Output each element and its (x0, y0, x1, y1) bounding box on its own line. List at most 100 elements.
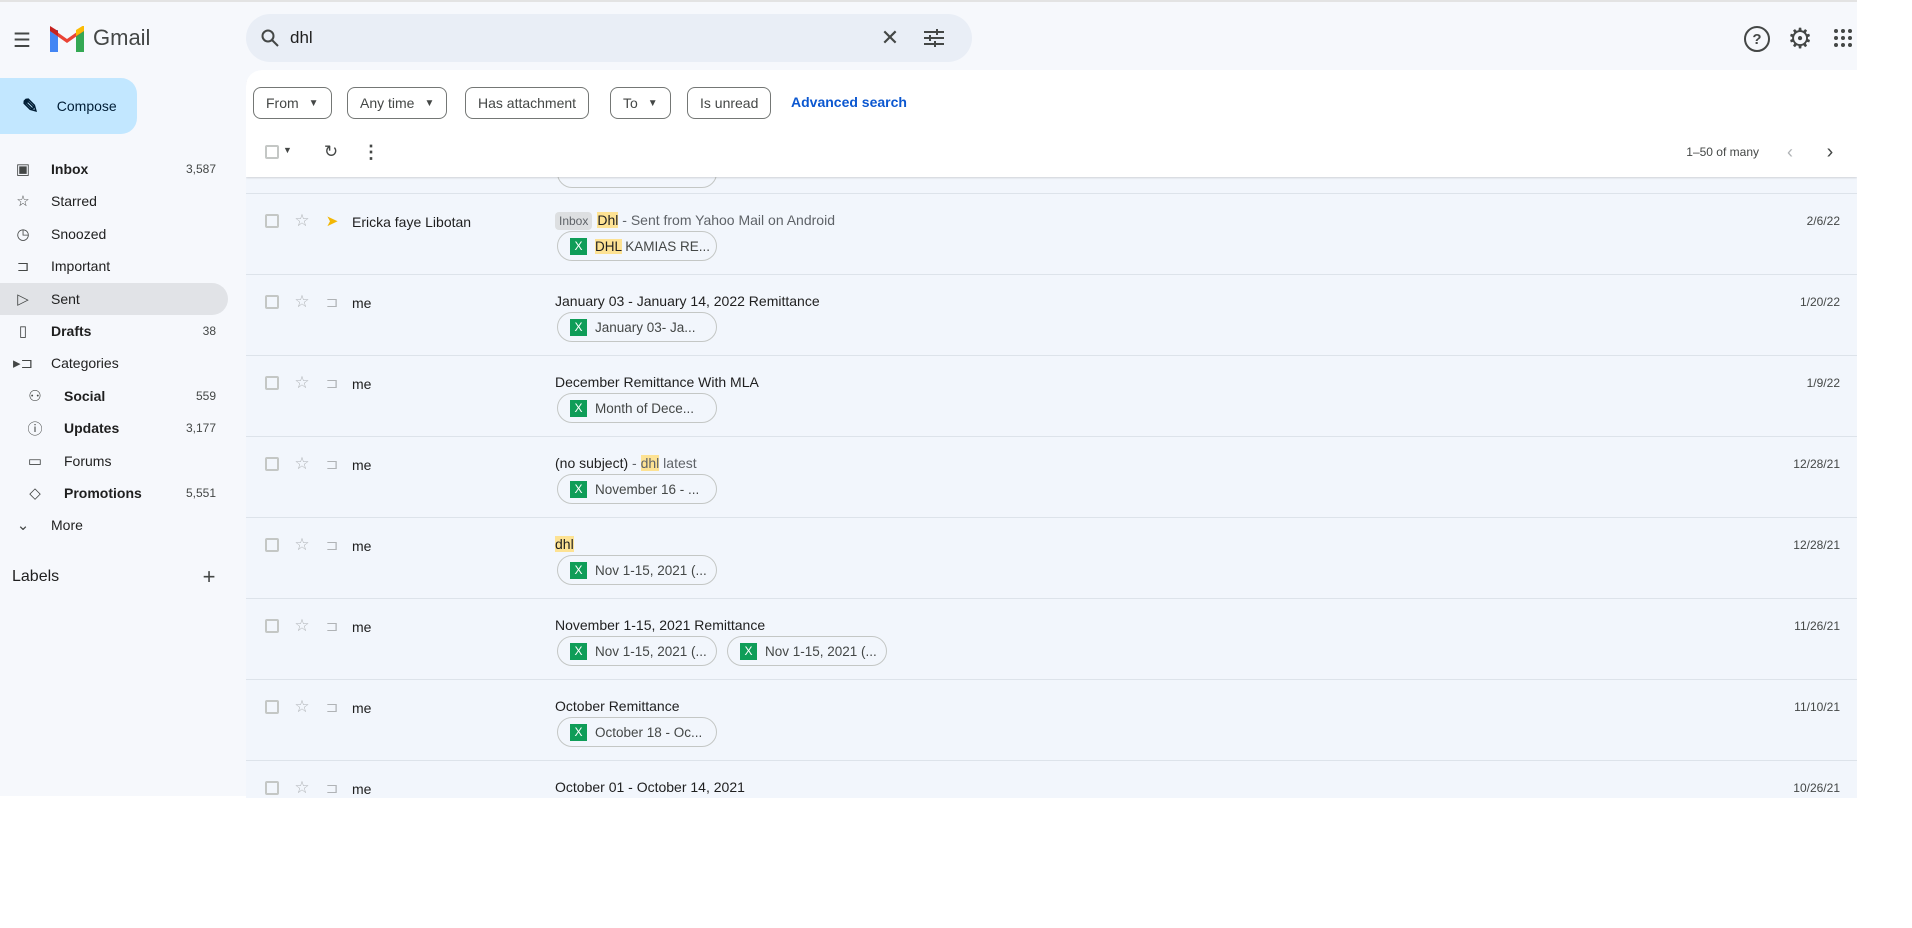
sender-name: me (352, 295, 372, 311)
refresh-icon[interactable]: ↻ (321, 140, 341, 164)
unread-count: 3,177 (185, 421, 216, 436)
subject-line: dhl (555, 536, 574, 552)
importance-marker-icon[interactable]: ⊐ (323, 291, 341, 313)
forum-icon: ▭ (27, 452, 43, 470)
email-row[interactable]: ☆ ➤ Ericka faye Libotan Inbox Dhl - Sent fro… (246, 193, 1857, 274)
row-checkbox[interactable] (265, 214, 279, 228)
mail-list-panel: From ▼ Any time ▼ Has attachment To ▼ Is unread… (246, 70, 1857, 798)
row-checkbox[interactable] (265, 457, 279, 471)
star-icon[interactable]: ☆ (293, 696, 311, 718)
row-checkbox[interactable] (265, 295, 279, 309)
subject-text: dhl (555, 536, 574, 552)
row-checkbox[interactable] (265, 538, 279, 552)
sidebar-item-inbox[interactable]: ▣ Inbox 3,587 (0, 153, 228, 185)
sidebar-item-updates[interactable]: ⓘ Updates 3,177 (0, 412, 228, 444)
importance-marker-icon[interactable]: ⊐ (323, 615, 341, 637)
sidebar-item-sent[interactable]: ▷ Sent (0, 282, 228, 315)
sidebar-item-promotions[interactable]: ◇ Promotions 5,551 (0, 477, 228, 509)
sidebar-item-social[interactable]: ⚇ Social 559 (0, 380, 228, 412)
more-options-icon[interactable]: ⋮ (361, 140, 381, 164)
attachment-chip[interactable]: X Nov 1-15, 2021 (... (557, 555, 717, 585)
unread-count: 559 (195, 388, 216, 403)
help-icon[interactable]: ? (1744, 26, 1770, 52)
excel-file-icon: X (570, 237, 587, 255)
star-icon[interactable]: ☆ (293, 534, 311, 556)
email-row[interactable]: ☆ ⊐ me October 01 - October 14, 2021 10/26/2… (246, 760, 1857, 798)
inbox-label-badge[interactable]: Inbox (555, 212, 593, 230)
subject-line: January 03 - January 14, 2022 Remittance (555, 293, 820, 309)
compose-button[interactable]: ✎ Compose (0, 78, 137, 134)
settings-gear-icon[interactable]: ⚙ (1786, 23, 1814, 54)
advanced-search-link[interactable]: Advanced search (791, 94, 907, 110)
excel-file-icon: X (570, 480, 587, 498)
row-checkbox[interactable] (265, 376, 279, 390)
importance-marker-icon[interactable]: ⊐ (323, 777, 341, 798)
importance-marker-icon[interactable]: ⊐ (323, 372, 341, 394)
star-icon[interactable]: ☆ (293, 210, 311, 232)
prev-page-icon[interactable]: ‹ (1780, 140, 1800, 164)
compose-label: Compose (56, 98, 117, 114)
attachment-chip[interactable]: X November 16 - ... (557, 474, 717, 504)
google-apps-icon[interactable] (1834, 29, 1852, 47)
filter-chip-any-time[interactable]: Any time ▼ (347, 87, 448, 119)
star-icon[interactable]: ☆ (293, 291, 311, 313)
excel-file-icon: X (740, 642, 757, 660)
attachment-name-part: Nov 1-15, 2021 (... (595, 643, 707, 659)
sidebar-item-important[interactable]: ⊐ Important (0, 250, 228, 282)
snippet-text: - Sent from Yahoo Mail on Android (618, 212, 835, 228)
attachment-chip[interactable]: X Nov 1-15, 2021 (... (557, 636, 717, 666)
search-icon[interactable] (258, 26, 282, 50)
select-dropdown-caret-icon[interactable]: ▼ (283, 145, 292, 155)
filter-chip-from[interactable]: From ▼ (253, 87, 332, 119)
email-row[interactable]: ☆ ⊐ me November 1-15, 2021 Remittance X Nov 1… (246, 598, 1857, 679)
email-row[interactable]: ☆ ⊐ me October Remittance X October 18 - Oc..… (246, 679, 1857, 760)
sidebar-item-categories[interactable]: ▸⊐ Categories (0, 347, 228, 379)
email-row[interactable]: ☆ ⊐ me dhl X Nov 1-15, 2021 (... 12/28/21 (246, 517, 1857, 598)
sidebar-item-forums[interactable]: ▭ Forums (0, 445, 228, 477)
importance-marker-icon[interactable]: ⊐ (323, 696, 341, 718)
search-bar[interactable]: dhl ✕ (246, 14, 972, 62)
email-row[interactable]: ☆ ⊐ me January 03 - January 14, 2022 Remitt… (246, 274, 1857, 355)
attachment-chip[interactable]: X Nov 1-15, 2021 (... (727, 636, 887, 666)
star-icon[interactable]: ☆ (293, 615, 311, 637)
gmail-logo[interactable] (50, 25, 84, 57)
importance-marker-icon[interactable]: ⊐ (323, 534, 341, 556)
row-checkbox[interactable] (265, 700, 279, 714)
star-icon[interactable]: ☆ (293, 453, 311, 475)
attachment-chip[interactable]: X DHL KAMIAS RE... (557, 231, 717, 261)
select-all-checkbox[interactable] (265, 145, 279, 159)
filter-chip-label: To (623, 95, 638, 111)
sender-name: me (352, 781, 372, 797)
gmail-wordmark: Gmail (93, 25, 151, 50)
email-row[interactable]: ☆ ⊐ me December Remittance With MLA X Month o… (246, 355, 1857, 436)
star-icon[interactable]: ☆ (293, 777, 311, 798)
subject-text: January 03 - January 14, 2022 Remittance (555, 293, 820, 309)
excel-file-icon: X (570, 318, 587, 336)
filter-chip-is-unread[interactable]: Is unread (687, 87, 772, 119)
row-checkbox[interactable] (265, 619, 279, 633)
filter-chip-has-attachment[interactable]: Has attachment (465, 87, 590, 119)
email-row[interactable]: ☆ ⊐ me (no subject) - dhl latest X November 1… (246, 436, 1857, 517)
clear-search-icon[interactable]: ✕ (878, 25, 902, 50)
main-menu-icon[interactable]: ☰ (10, 28, 34, 52)
add-label-icon[interactable]: + (198, 564, 220, 589)
search-input[interactable]: dhl (290, 28, 313, 48)
filter-chip-to[interactable]: To ▼ (610, 87, 671, 119)
attachment-name: October 18 - Oc... (595, 725, 702, 740)
next-page-icon[interactable]: › (1820, 140, 1840, 164)
sidebar-item-snoozed[interactable]: ◷ Snoozed (0, 218, 228, 250)
email-date: 10/26/21 (1793, 781, 1840, 795)
subject-text: October 01 - October 14, 2021 (555, 779, 745, 795)
sidebar-item-starred[interactable]: ☆ Starred (0, 185, 228, 217)
importance-marker-icon[interactable]: ⊐ (323, 453, 341, 475)
row-checkbox[interactable] (265, 781, 279, 795)
importance-marker-icon[interactable]: ➤ (323, 210, 341, 232)
sidebar-item-drafts[interactable]: ▯ Drafts 38 (0, 315, 228, 347)
attachment-chip[interactable]: X January 03- Ja... (557, 312, 717, 342)
attachment-chip[interactable]: X Month of Dece... (557, 393, 717, 423)
excel-file-icon: X (570, 561, 587, 579)
search-options-icon[interactable] (922, 26, 946, 50)
star-icon[interactable]: ☆ (293, 372, 311, 394)
sidebar-item-more[interactable]: ⌄ More (0, 509, 228, 541)
attachment-chip[interactable]: X October 18 - Oc... (557, 717, 717, 747)
